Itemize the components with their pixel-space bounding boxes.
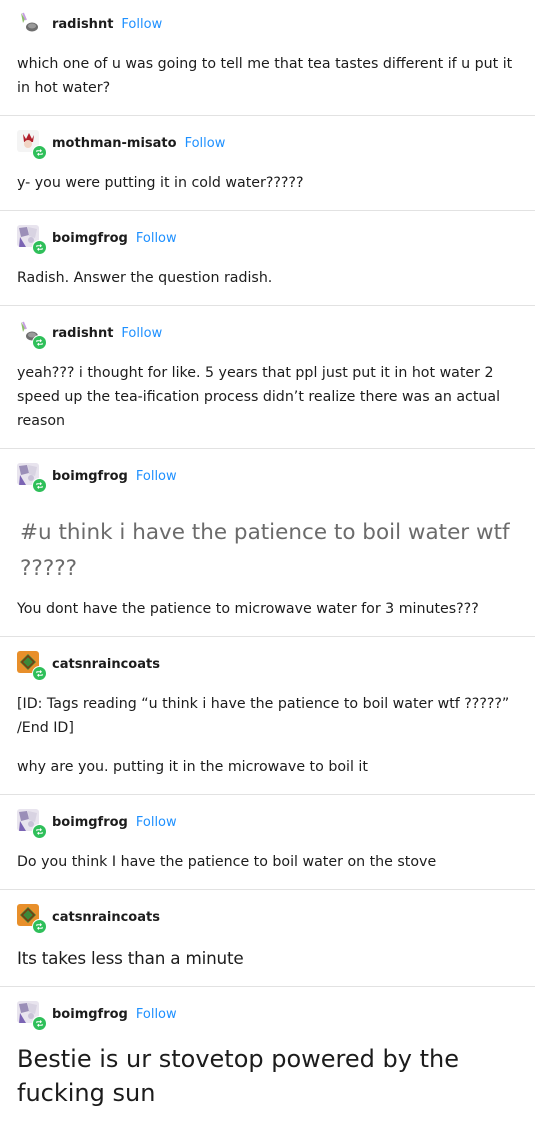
- reblog-icon: [32, 145, 47, 160]
- post-header: boimgfrog Follow: [17, 463, 177, 493]
- post-text: Its takes less than a minute: [17, 948, 244, 968]
- username[interactable]: mothman-misato: [52, 136, 177, 151]
- username[interactable]: boimgfrog: [52, 469, 128, 484]
- username[interactable]: catsnraincoats: [52, 657, 160, 672]
- frog-avatar[interactable]: [17, 809, 47, 839]
- reblog-icon: [32, 666, 47, 681]
- radish-avatar[interactable]: [17, 320, 47, 350]
- post-text: yeah??? i thought for like. 5 years that…: [17, 365, 501, 429]
- cats-avatar[interactable]: [17, 904, 47, 934]
- reblog-icon: [32, 919, 47, 934]
- post-header: radishnt Follow: [17, 11, 162, 37]
- username[interactable]: radishnt: [52, 17, 113, 32]
- post-2: mothman-misato Follow y- you were puttin…: [0, 116, 535, 211]
- post-1: radishnt Follow which one of u was going…: [0, 0, 535, 116]
- username[interactable]: boimgfrog: [52, 1007, 128, 1022]
- post-header: catsnraincoats: [17, 651, 160, 681]
- post-header: boimgfrog Follow: [17, 225, 177, 255]
- misato-avatar[interactable]: [17, 130, 47, 160]
- post-text: y- you were putting it in cold water????…: [17, 175, 304, 191]
- follow-button[interactable]: Follow: [121, 326, 162, 341]
- post-text: Bestie is ur stovetop powered by the fuc…: [17, 1045, 459, 1107]
- post-text: You dont have the patience to microwave …: [17, 601, 479, 617]
- username[interactable]: radishnt: [52, 326, 113, 341]
- username[interactable]: catsnraincoats: [52, 910, 160, 925]
- frog-avatar[interactable]: [17, 463, 47, 493]
- follow-button[interactable]: Follow: [136, 815, 177, 830]
- post-9: boimgfrog Follow Bestie is ur stovetop p…: [0, 987, 535, 1123]
- post-7: boimgfrog Follow Do you think I have the…: [0, 795, 535, 890]
- post-8: catsnraincoats Its takes less than a min…: [0, 890, 535, 987]
- post-header: radishnt Follow: [17, 320, 162, 350]
- reblog-icon: [32, 335, 47, 350]
- post-6: catsnraincoats [ID: Tags reading “u thin…: [0, 637, 535, 795]
- frog-avatar[interactable]: [17, 1001, 47, 1031]
- username[interactable]: boimgfrog: [52, 231, 128, 246]
- cats-avatar[interactable]: [17, 651, 47, 681]
- post-4: radishnt Follow yeah??? i thought for li…: [0, 306, 535, 449]
- follow-button[interactable]: Follow: [136, 231, 177, 246]
- id-text: [ID: Tags reading “u think i have the pa…: [17, 696, 510, 736]
- radish-avatar-image: [17, 11, 39, 33]
- post-header: mothman-misato Follow: [17, 130, 226, 160]
- follow-button[interactable]: Follow: [136, 469, 177, 484]
- follow-button[interactable]: Follow: [185, 136, 226, 151]
- post-3: boimgfrog Follow Radish. Answer the ques…: [0, 211, 535, 306]
- reblog-icon: [32, 1016, 47, 1031]
- post-text: why are you. putting it in the microwave…: [17, 759, 368, 775]
- username[interactable]: boimgfrog: [52, 815, 128, 830]
- reblog-icon: [32, 240, 47, 255]
- frog-avatar[interactable]: [17, 225, 47, 255]
- radish-avatar[interactable]: [17, 11, 43, 37]
- reblog-icon: [32, 824, 47, 839]
- post-tags: #u think i have the patience to boil wat…: [20, 520, 510, 581]
- post-header: boimgfrog Follow: [17, 809, 177, 839]
- follow-button[interactable]: Follow: [136, 1007, 177, 1022]
- follow-button[interactable]: Follow: [121, 17, 162, 32]
- post-header: boimgfrog Follow: [17, 1001, 177, 1031]
- post-5: boimgfrog Follow #u think i have the pat…: [0, 449, 535, 637]
- post-text: Do you think I have the patience to boil…: [17, 854, 437, 870]
- post-header: catsnraincoats: [17, 904, 160, 934]
- post-text: which one of u was going to tell me that…: [17, 56, 513, 96]
- reblog-icon: [32, 478, 47, 493]
- post-text: Radish. Answer the question radish.: [17, 270, 273, 286]
